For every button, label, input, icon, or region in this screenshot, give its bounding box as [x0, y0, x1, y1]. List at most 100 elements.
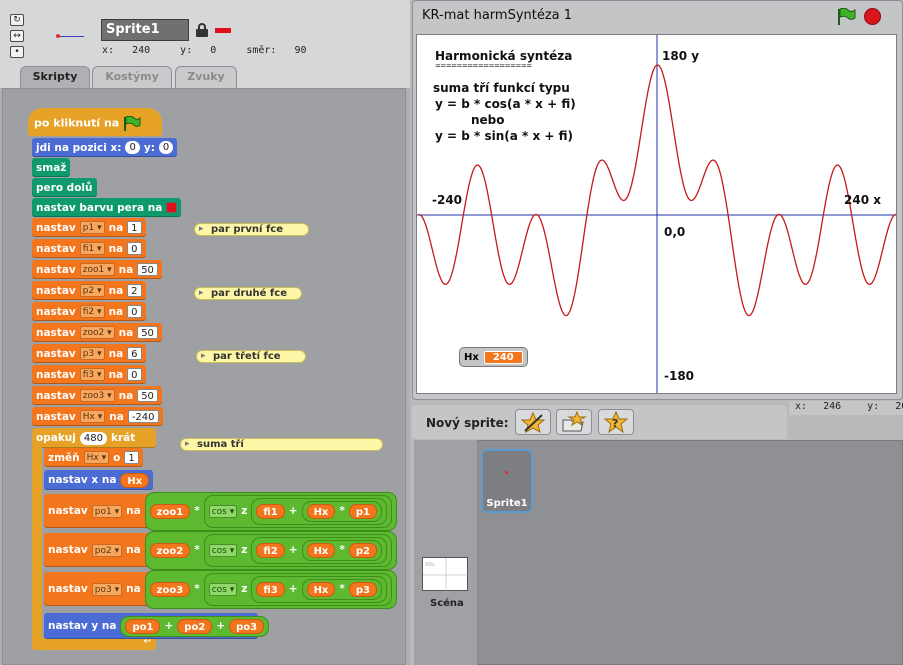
green-flag-icon[interactable]	[836, 8, 856, 25]
variable-value-input[interactable]: 0	[127, 368, 142, 381]
set-x-reporter[interactable]: Hx	[120, 472, 150, 488]
multiply-operator[interactable]: zoo2 * cos ▾ z fi2 + Hx * p2	[144, 530, 398, 570]
tab-costumes[interactable]: Kostýmy	[92, 66, 172, 88]
variable-dropdown[interactable]: po1 ▾	[91, 504, 123, 518]
set-formula-block[interactable]: nastav po1 ▾ na zoo1 * cos ▾ z fi1 + Hx * p1	[44, 491, 398, 531]
frequency-reporter[interactable]: p2	[348, 542, 378, 558]
hx-reporter[interactable]: Hx	[306, 542, 336, 558]
sum-term-3[interactable]: po3	[229, 618, 265, 634]
amplitude-reporter[interactable]: zoo1	[149, 503, 191, 519]
set-variable-block[interactable]: nastav p2 ▾ na 2	[32, 281, 146, 300]
tab-sounds[interactable]: Zvuky	[175, 66, 237, 88]
change-value-input[interactable]: 1	[124, 451, 139, 464]
pen-color-swatch[interactable]	[166, 202, 178, 213]
function-operator[interactable]: cos ▾ z fi2 + Hx * p2	[203, 533, 393, 567]
set-formula-block[interactable]: nastav po2 ▾ na zoo2 * cos ▾ z fi2 + Hx * p2	[44, 530, 398, 570]
times-operator[interactable]: Hx * p3	[301, 578, 383, 600]
set-variable-block[interactable]: nastav p3 ▾ na 6	[32, 344, 146, 363]
hx-reporter[interactable]: Hx	[306, 581, 336, 597]
set-y-block[interactable]: nastav y na po1 + po2 + po3	[44, 613, 270, 639]
variable-dropdown[interactable]: zoo2 ▾	[79, 326, 115, 339]
when-flag-clicked-block[interactable]: po kliknutí na	[28, 108, 162, 136]
times-operator[interactable]: Hx * p2	[301, 539, 383, 561]
set-variable-block[interactable]: nastav zoo1 ▾ na 50	[32, 260, 162, 279]
stop-icon[interactable]	[864, 8, 881, 25]
sprite-name-field[interactable]: Sprite1	[101, 19, 189, 41]
variable-dropdown[interactable]: zoo1 ▾	[79, 263, 115, 276]
frequency-reporter[interactable]: p3	[348, 581, 378, 597]
stage-thumbnail[interactable]	[422, 557, 469, 592]
repeat-count-input[interactable]: 480	[79, 431, 107, 445]
set-variable-block[interactable]: nastav Hx ▾ na -240	[32, 407, 163, 426]
variable-dropdown[interactable]: p1 ▾	[79, 221, 105, 234]
choose-sprite-file-button[interactable]	[556, 409, 592, 435]
stage-canvas[interactable]: Harmonická syntéza ================== su…	[416, 34, 897, 394]
phase-reporter[interactable]: fi2	[256, 542, 285, 558]
variable-dropdown[interactable]: zoo3 ▾	[79, 389, 115, 402]
lock-icon[interactable]	[196, 23, 208, 37]
rotate-free-icon[interactable]: ↻	[10, 14, 24, 26]
variable-value-input[interactable]: 1	[127, 221, 142, 234]
set-formula-block[interactable]: nastav po3 ▾ na zoo3 * cos ▾ z fi3 + Hx * p3	[44, 569, 398, 609]
comment-first[interactable]: par první fce	[194, 223, 309, 236]
pen-down-block[interactable]: pero dolů	[32, 178, 97, 197]
plus-operator[interactable]: fi3 + Hx * p3	[251, 575, 388, 603]
variable-value-input[interactable]: 50	[137, 389, 158, 402]
variable-dropdown[interactable]: fi3 ▾	[79, 368, 105, 381]
variable-value-input[interactable]: 50	[137, 263, 158, 276]
set-variable-block[interactable]: nastav zoo3 ▾ na 50	[32, 386, 162, 405]
frequency-reporter[interactable]: p1	[348, 503, 378, 519]
multiply-operator[interactable]: zoo1 * cos ▾ z fi1 + Hx * p1	[144, 491, 398, 531]
hx-reporter[interactable]: Hx	[306, 503, 336, 519]
rotate-flip-icon[interactable]: ↔	[10, 30, 24, 42]
clear-block[interactable]: smaž	[32, 158, 71, 177]
variable-dropdown[interactable]: p3 ▾	[79, 347, 105, 360]
goto-x-input[interactable]: 0	[125, 141, 140, 154]
variable-dropdown[interactable]: po3 ▾	[91, 582, 123, 596]
function-dropdown[interactable]: cos ▾	[208, 582, 238, 596]
set-variable-block[interactable]: nastav fi3 ▾ na 0	[32, 365, 146, 384]
paint-sprite-button[interactable]	[515, 409, 551, 435]
no-rotate-icon[interactable]: •	[10, 46, 24, 58]
variable-value-input[interactable]: 6	[127, 347, 142, 360]
set-variable-block[interactable]: nastav fi1 ▾ na 0	[32, 239, 146, 258]
phase-reporter[interactable]: fi1	[256, 503, 285, 519]
variable-value-input[interactable]: 50	[137, 326, 158, 339]
variable-value-input[interactable]: 0	[127, 242, 142, 255]
multiply-operator[interactable]: zoo3 * cos ▾ z fi3 + Hx * p3	[144, 569, 398, 609]
times-operator[interactable]: Hx * p1	[301, 500, 383, 522]
goto-xy-block[interactable]: jdi na pozici x: 0 y: 0	[32, 138, 178, 157]
function-operator[interactable]: cos ▾ z fi1 + Hx * p1	[203, 494, 393, 528]
variable-dropdown[interactable]: p2 ▾	[79, 284, 105, 297]
variable-monitor-hx[interactable]: Hx 240	[459, 347, 528, 367]
phase-reporter[interactable]: fi3	[256, 581, 285, 597]
variable-value-input[interactable]: 2	[127, 284, 142, 297]
sum-operator[interactable]: po1 + po2 + po3	[120, 615, 270, 637]
amplitude-reporter[interactable]: zoo3	[149, 581, 191, 597]
surprise-sprite-button[interactable]: ?	[598, 409, 634, 435]
amplitude-reporter[interactable]: zoo2	[149, 542, 191, 558]
function-operator[interactable]: cos ▾ z fi3 + Hx * p3	[203, 572, 393, 606]
variable-dropdown[interactable]: fi1 ▾	[79, 242, 105, 255]
set-variable-block[interactable]: nastav fi2 ▾ na 0	[32, 302, 146, 321]
set-variable-block[interactable]: nastav p1 ▾ na 1	[32, 218, 146, 237]
comment-second[interactable]: par druhé fce	[194, 287, 302, 300]
goto-y-input[interactable]: 0	[158, 141, 174, 154]
variable-value-input[interactable]: 0	[127, 305, 142, 318]
variable-dropdown[interactable]: Hx ▾	[79, 410, 106, 423]
variable-dropdown[interactable]: po2 ▾	[91, 543, 123, 557]
change-var-dropdown[interactable]: Hx ▾	[83, 451, 110, 464]
repeat-block[interactable]: opakuj 480 krát	[32, 428, 156, 448]
set-variable-block[interactable]: nastav zoo2 ▾ na 50	[32, 323, 162, 342]
variable-dropdown[interactable]: fi2 ▾	[79, 305, 105, 318]
plus-operator[interactable]: fi2 + Hx * p2	[251, 536, 388, 564]
set-pen-color-block[interactable]: nastav barvu pera na	[32, 198, 182, 217]
sum-term-1[interactable]: po1	[125, 618, 161, 634]
change-var-block[interactable]: změň Hx ▾ o 1	[44, 448, 143, 467]
variable-value-input[interactable]: -240	[127, 410, 159, 423]
tab-scripts[interactable]: Skripty	[20, 66, 90, 88]
sum-term-2[interactable]: po2	[177, 618, 213, 634]
function-dropdown[interactable]: cos ▾	[208, 543, 238, 557]
comment-third[interactable]: par třetí fce	[196, 350, 306, 363]
comment-sum[interactable]: suma tří	[180, 438, 383, 451]
